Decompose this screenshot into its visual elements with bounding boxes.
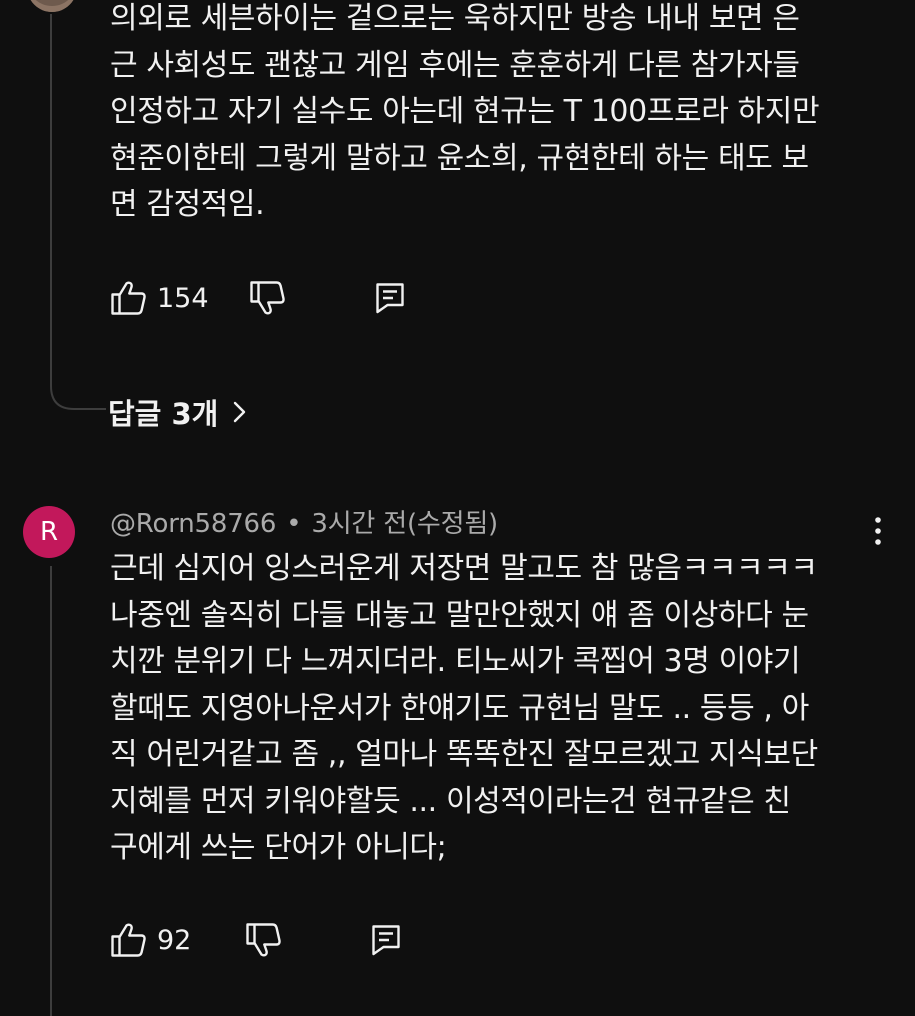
comment-text: 의외로 세븐하이는 겉으로는 욱하지만 방송 내내 보면 은 근 사회성도 괜찮… — [110, 1, 820, 222]
reply-icon — [372, 925, 401, 956]
comment-actions: 92 — [110, 920, 403, 960]
like-button[interactable]: 154 — [110, 280, 209, 316]
avatar[interactable]: R — [23, 506, 75, 558]
thread-line — [50, 14, 52, 380]
reply-icon — [375, 283, 404, 314]
dislike-button[interactable] — [249, 280, 287, 316]
thread-connector — [50, 376, 106, 410]
comment-actions: 154 — [110, 278, 407, 318]
like-count: 92 — [157, 924, 192, 956]
more-vert-icon — [875, 517, 881, 545]
avatar[interactable] — [27, 0, 77, 12]
thumbs-up-icon — [111, 281, 146, 315]
like-button[interactable]: 92 — [110, 922, 191, 958]
reply-button[interactable] — [369, 922, 403, 958]
thumbs-up-icon — [111, 923, 146, 957]
avatar-letter: R — [39, 517, 59, 547]
comment-menu-button[interactable] — [862, 511, 894, 551]
dislike-button[interactable] — [245, 922, 283, 958]
comment-meta: @Rorn58766 • 3시간 전(수정됨) — [110, 503, 498, 540]
meta-separator: • — [286, 509, 302, 539]
chevron-right-icon — [234, 401, 246, 423]
comment-text: 근데 심지어 잉스러운게 저장면 말고도 참 많음ㅋㅋㅋㅋㅋ 나중엔 솔직히 다… — [110, 551, 818, 865]
replies-label: 답글 3개 — [108, 397, 219, 431]
comment-author[interactable]: @Rorn58766 — [110, 509, 276, 539]
reply-button[interactable] — [373, 280, 407, 316]
thumbs-down-icon — [246, 923, 282, 957]
comment-time: 3시간 전(수정됨) — [311, 509, 498, 539]
thread-line — [50, 566, 52, 1016]
thumbs-down-icon — [249, 281, 285, 315]
replies-toggle[interactable]: 답글 3개 — [108, 390, 248, 434]
like-count: 154 — [157, 282, 209, 314]
